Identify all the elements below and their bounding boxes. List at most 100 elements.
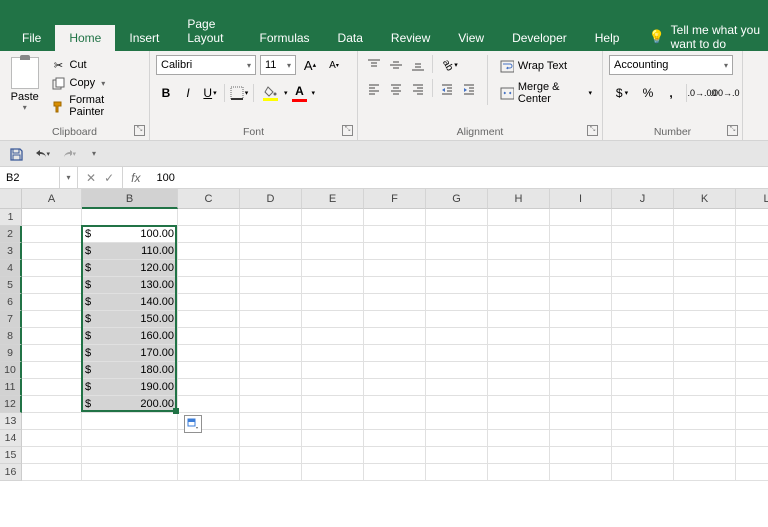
- cell[interactable]: $130.00: [82, 277, 178, 294]
- col-header[interactable]: D: [240, 189, 302, 209]
- cell[interactable]: [612, 362, 674, 379]
- cell[interactable]: [22, 294, 82, 311]
- cell[interactable]: [674, 464, 736, 481]
- fx-icon[interactable]: fx: [123, 167, 148, 188]
- cell[interactable]: [736, 311, 768, 328]
- cell[interactable]: [302, 447, 364, 464]
- cell[interactable]: [240, 396, 302, 413]
- cell[interactable]: [364, 345, 426, 362]
- cell[interactable]: [550, 294, 612, 311]
- cell[interactable]: [302, 328, 364, 345]
- cell[interactable]: [736, 413, 768, 430]
- col-header[interactable]: F: [364, 189, 426, 209]
- cell[interactable]: [178, 362, 240, 379]
- format-painter-button[interactable]: Format Painter: [50, 93, 144, 119]
- cell[interactable]: $150.00: [82, 311, 178, 328]
- autofill-options-icon[interactable]: [184, 415, 202, 433]
- cell[interactable]: [612, 243, 674, 260]
- cell[interactable]: [550, 396, 612, 413]
- cell[interactable]: [736, 430, 768, 447]
- cell[interactable]: [178, 345, 240, 362]
- formula-input[interactable]: 100: [148, 167, 768, 188]
- underline-button[interactable]: U▾: [200, 83, 220, 103]
- align-right-icon[interactable]: [408, 79, 428, 99]
- cell[interactable]: [612, 430, 674, 447]
- cell[interactable]: [612, 277, 674, 294]
- cell[interactable]: [22, 413, 82, 430]
- cell[interactable]: [302, 311, 364, 328]
- cell[interactable]: [736, 464, 768, 481]
- cell[interactable]: [426, 243, 488, 260]
- cell[interactable]: [488, 209, 550, 226]
- cell[interactable]: [22, 447, 82, 464]
- cell[interactable]: [736, 226, 768, 243]
- tab-data[interactable]: Data: [324, 25, 377, 51]
- cell[interactable]: [82, 464, 178, 481]
- select-all-corner[interactable]: [0, 189, 22, 209]
- cell[interactable]: $110.00: [82, 243, 178, 260]
- cell[interactable]: [302, 277, 364, 294]
- cell[interactable]: [364, 362, 426, 379]
- cell[interactable]: [674, 277, 736, 294]
- cell[interactable]: [488, 464, 550, 481]
- cell[interactable]: [674, 430, 736, 447]
- number-format-combo[interactable]: Accounting▾: [609, 55, 733, 75]
- cell[interactable]: [426, 430, 488, 447]
- fill-color-button[interactable]: [258, 83, 282, 103]
- decrease-font-icon[interactable]: A▾: [324, 55, 344, 75]
- cell[interactable]: [82, 413, 178, 430]
- cell[interactable]: [178, 294, 240, 311]
- cell[interactable]: [178, 277, 240, 294]
- cell[interactable]: [302, 396, 364, 413]
- dialog-launcher-icon[interactable]: ⤡: [134, 125, 145, 136]
- cell[interactable]: [426, 311, 488, 328]
- cell[interactable]: [178, 209, 240, 226]
- cell[interactable]: [302, 464, 364, 481]
- cell[interactable]: [736, 294, 768, 311]
- tab-review[interactable]: Review: [377, 25, 444, 51]
- save-icon[interactable]: [8, 146, 24, 162]
- tab-file[interactable]: File: [8, 25, 55, 51]
- row-header[interactable]: 9: [0, 345, 22, 362]
- cell[interactable]: $190.00: [82, 379, 178, 396]
- align-left-icon[interactable]: [364, 79, 384, 99]
- col-header[interactable]: H: [488, 189, 550, 209]
- font-color-button[interactable]: A: [290, 83, 310, 103]
- col-header[interactable]: E: [302, 189, 364, 209]
- cell[interactable]: [240, 328, 302, 345]
- cell[interactable]: [736, 277, 768, 294]
- cell[interactable]: [22, 430, 82, 447]
- cell[interactable]: [550, 277, 612, 294]
- cell[interactable]: [240, 209, 302, 226]
- cell[interactable]: [302, 362, 364, 379]
- cell[interactable]: [22, 362, 82, 379]
- enter-icon[interactable]: ✓: [104, 171, 114, 185]
- align-bottom-icon[interactable]: [408, 55, 428, 75]
- row-header[interactable]: 1: [0, 209, 22, 226]
- cell[interactable]: [488, 447, 550, 464]
- cell[interactable]: [426, 447, 488, 464]
- cell[interactable]: [364, 277, 426, 294]
- cell[interactable]: [488, 430, 550, 447]
- cell[interactable]: [488, 243, 550, 260]
- cell[interactable]: [488, 260, 550, 277]
- row-header[interactable]: 14: [0, 430, 22, 447]
- row-header[interactable]: 7: [0, 311, 22, 328]
- cell[interactable]: [364, 413, 426, 430]
- cell[interactable]: [488, 311, 550, 328]
- cell[interactable]: [240, 447, 302, 464]
- col-header[interactable]: J: [612, 189, 674, 209]
- cell[interactable]: [240, 311, 302, 328]
- row-header[interactable]: 15: [0, 447, 22, 464]
- cell[interactable]: [550, 328, 612, 345]
- cell[interactable]: [178, 243, 240, 260]
- customize-qat-icon[interactable]: ▾: [86, 146, 102, 162]
- cell[interactable]: [240, 464, 302, 481]
- cell[interactable]: [364, 311, 426, 328]
- cell[interactable]: [364, 447, 426, 464]
- cell[interactable]: [426, 413, 488, 430]
- cell[interactable]: [302, 209, 364, 226]
- row-header[interactable]: 11: [0, 379, 22, 396]
- cell[interactable]: [612, 311, 674, 328]
- cell[interactable]: $160.00: [82, 328, 178, 345]
